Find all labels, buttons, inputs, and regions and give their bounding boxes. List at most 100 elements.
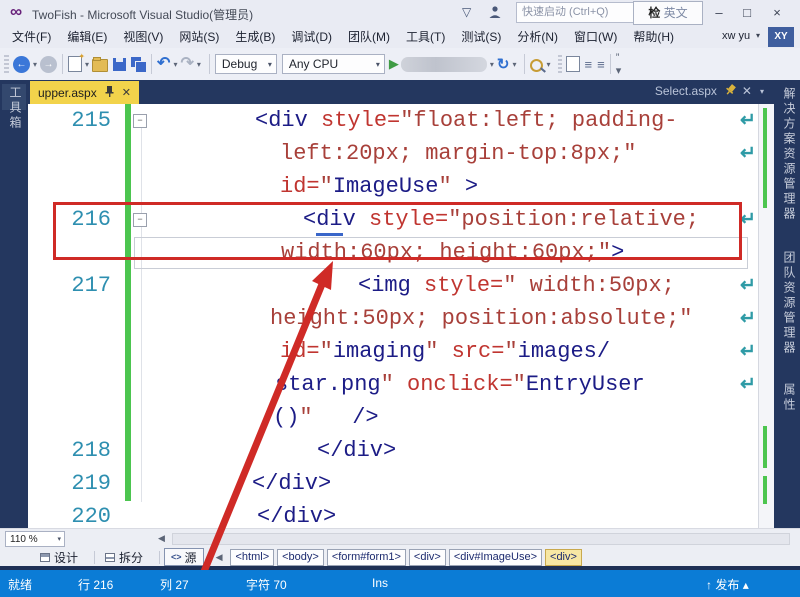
decrease-indent-icon[interactable]: ≡ xyxy=(585,57,593,72)
notifications-flag-icon[interactable]: ▽ xyxy=(462,5,471,19)
solution-platform-combo[interactable]: Any CPU▾ xyxy=(282,54,385,74)
save-icon[interactable] xyxy=(113,58,126,71)
start-debugging-icon[interactable]: ▶ xyxy=(389,56,399,72)
toolbar-grip[interactable] xyxy=(4,55,9,73)
view-button-split[interactable]: 拆分 xyxy=(99,549,149,565)
code-line: id="ImageUse" > xyxy=(280,171,478,203)
document-outline-icon[interactable] xyxy=(566,56,580,72)
view-label: 设计 xyxy=(54,549,78,566)
breadcrumb-tag[interactable]: <form#form1> xyxy=(327,549,406,566)
status-ready: 就绪 xyxy=(8,576,32,593)
breadcrumb-tag[interactable]: <div#ImageUse> xyxy=(449,549,542,566)
navigate-back-icon[interactable]: ← xyxy=(13,56,30,73)
code-token: </div> xyxy=(257,504,336,528)
word-wrap-return-icon: ↵ xyxy=(740,369,756,401)
close-button[interactable]: × xyxy=(766,4,788,22)
toolbar-separator xyxy=(62,54,63,74)
pin-icon[interactable] xyxy=(721,83,737,100)
minimize-button[interactable]: – xyxy=(708,4,730,22)
redo-icon[interactable]: ↷ xyxy=(180,55,193,73)
maximize-button[interactable]: □ xyxy=(736,4,758,22)
navigate-forward-icon[interactable]: → xyxy=(40,56,57,73)
undo-icon[interactable]: ↶ xyxy=(157,55,170,73)
code-token: EntryUser xyxy=(526,372,645,397)
feedback-person-icon[interactable] xyxy=(488,5,502,24)
menu-item[interactable]: 调试(D) xyxy=(283,26,340,48)
word-wrap-return-icon: ↵ xyxy=(740,336,756,368)
pin-icon[interactable] xyxy=(105,86,114,100)
signed-in-user[interactable]: xw yu xyxy=(722,30,750,42)
find-in-files-icon[interactable] xyxy=(530,59,543,72)
code-token: id= xyxy=(280,339,320,364)
tab-select-aspx[interactable]: Select.aspx ✕ ▾ xyxy=(655,84,764,98)
browser-name-blurred[interactable] xyxy=(401,57,487,72)
tab-list-caret-icon[interactable]: ▾ xyxy=(760,87,764,96)
visual-studio-logo-icon: ∞ xyxy=(6,2,26,22)
hscroll-left-arrow-icon[interactable]: ◀ xyxy=(158,533,165,544)
menu-item[interactable]: 编辑(E) xyxy=(59,26,115,48)
code-line: height:50px; position:absolute;" xyxy=(270,303,692,335)
scrollbar-change-mark xyxy=(763,108,767,208)
right-tool-strip: 解决方案资源管理器团队资源管理器属性 xyxy=(774,84,800,528)
menu-item[interactable]: 团队(M) xyxy=(340,26,398,48)
open-file-icon[interactable] xyxy=(92,59,108,72)
menu-item[interactable]: 测试(S) xyxy=(453,26,509,48)
breadcrumb-tag[interactable]: <html> xyxy=(230,549,274,566)
view-switch-row: 设计拆分<>源 ◀ <html><body><form#form1><div><… xyxy=(0,548,800,566)
browser-caret-icon[interactable]: ▾ xyxy=(487,60,497,69)
toolbar-separator xyxy=(558,55,562,73)
increase-indent-icon[interactable]: ≡ xyxy=(597,57,605,72)
breadcrumb-tag[interactable]: <body> xyxy=(277,549,324,566)
breadcrumb-back-icon[interactable]: ◀ xyxy=(216,552,223,563)
menu-item[interactable]: 帮助(H) xyxy=(625,26,682,48)
zoom-level-combo[interactable]: 110 % ▾ xyxy=(5,531,65,547)
redo-caret-icon[interactable]: ▾ xyxy=(194,60,204,69)
breadcrumb-tag[interactable]: <div> xyxy=(409,549,446,566)
toolbar-overflow-icon[interactable]: ”▾ xyxy=(616,52,621,77)
save-all-icon[interactable] xyxy=(131,57,146,72)
code-token: " xyxy=(425,339,451,364)
code-editor[interactable]: 215−<div style="float:left; padding-↵lef… xyxy=(28,104,758,528)
new-file-icon[interactable]: ✦ xyxy=(68,56,82,72)
horizontal-scrollbar[interactable] xyxy=(172,533,790,545)
back-dropdown-caret-icon[interactable]: ▾ xyxy=(30,60,40,69)
view-button-design[interactable]: 设计 xyxy=(34,549,84,565)
menu-item[interactable]: 分析(N) xyxy=(509,26,566,48)
sidebar-tab-solution-explorer[interactable]: 解决方案资源管理器 xyxy=(781,87,798,222)
status-bar: 就绪 行 216 列 27 字符 70 Ins ↑ 发布 ▴ xyxy=(0,570,800,597)
sidebar-tab-team-explorer[interactable]: 团队资源管理器 xyxy=(781,251,798,356)
tab-upper-aspx[interactable]: upper.aspx ✕ xyxy=(30,81,139,104)
zoom-value: 110 % xyxy=(10,534,38,545)
menu-item[interactable]: 文件(F) xyxy=(4,26,59,48)
menu-item[interactable]: 视图(V) xyxy=(115,26,171,48)
avatar[interactable]: XY xyxy=(768,27,794,47)
view-button-src[interactable]: <>源 xyxy=(164,548,204,566)
fold-collapse-icon[interactable]: − xyxy=(133,114,147,128)
publish-button[interactable]: ↑ 发布 ▴ xyxy=(706,576,749,593)
code-token: height:50px; position:absolute;" xyxy=(270,306,692,331)
line-number: 218 xyxy=(28,435,111,467)
close-tab-icon[interactable]: ✕ xyxy=(742,84,752,98)
find-caret-icon[interactable]: ▾ xyxy=(543,60,553,69)
menu-item[interactable]: 网站(S) xyxy=(171,26,227,48)
code-token: imaging xyxy=(333,339,425,364)
solution-configuration-combo[interactable]: Debug▾ xyxy=(215,54,277,74)
sidebar-tab-toolbox[interactable]: 工具箱 xyxy=(7,86,24,131)
user-dropdown-caret-icon[interactable]: ▾ xyxy=(756,31,760,40)
refresh-caret-icon[interactable]: ▾ xyxy=(509,60,519,69)
menu-item[interactable]: 生成(B) xyxy=(227,26,283,48)
breadcrumb-tag[interactable]: <div> xyxy=(545,549,582,566)
undo-caret-icon[interactable]: ▾ xyxy=(170,60,180,69)
code-token: ImageUse xyxy=(333,174,439,199)
sidebar-tab-properties[interactable]: 属性 xyxy=(781,383,798,413)
refresh-icon[interactable]: ↻ xyxy=(497,55,510,73)
menu-item[interactable]: 工具(T) xyxy=(398,26,453,48)
menu-item[interactable]: 窗口(W) xyxy=(566,26,625,48)
quick-launch-search-input[interactable]: 快速启动 (Ctrl+Q) xyxy=(516,2,635,23)
code-token: " xyxy=(513,372,526,397)
vertical-scrollbar[interactable] xyxy=(758,104,774,528)
word-wrap-return-icon: ↵ xyxy=(740,204,756,236)
code-token: src= xyxy=(452,339,505,364)
ime-language-indicator[interactable]: 检 英文 xyxy=(633,1,703,25)
close-tab-icon[interactable]: ✕ xyxy=(122,87,131,99)
